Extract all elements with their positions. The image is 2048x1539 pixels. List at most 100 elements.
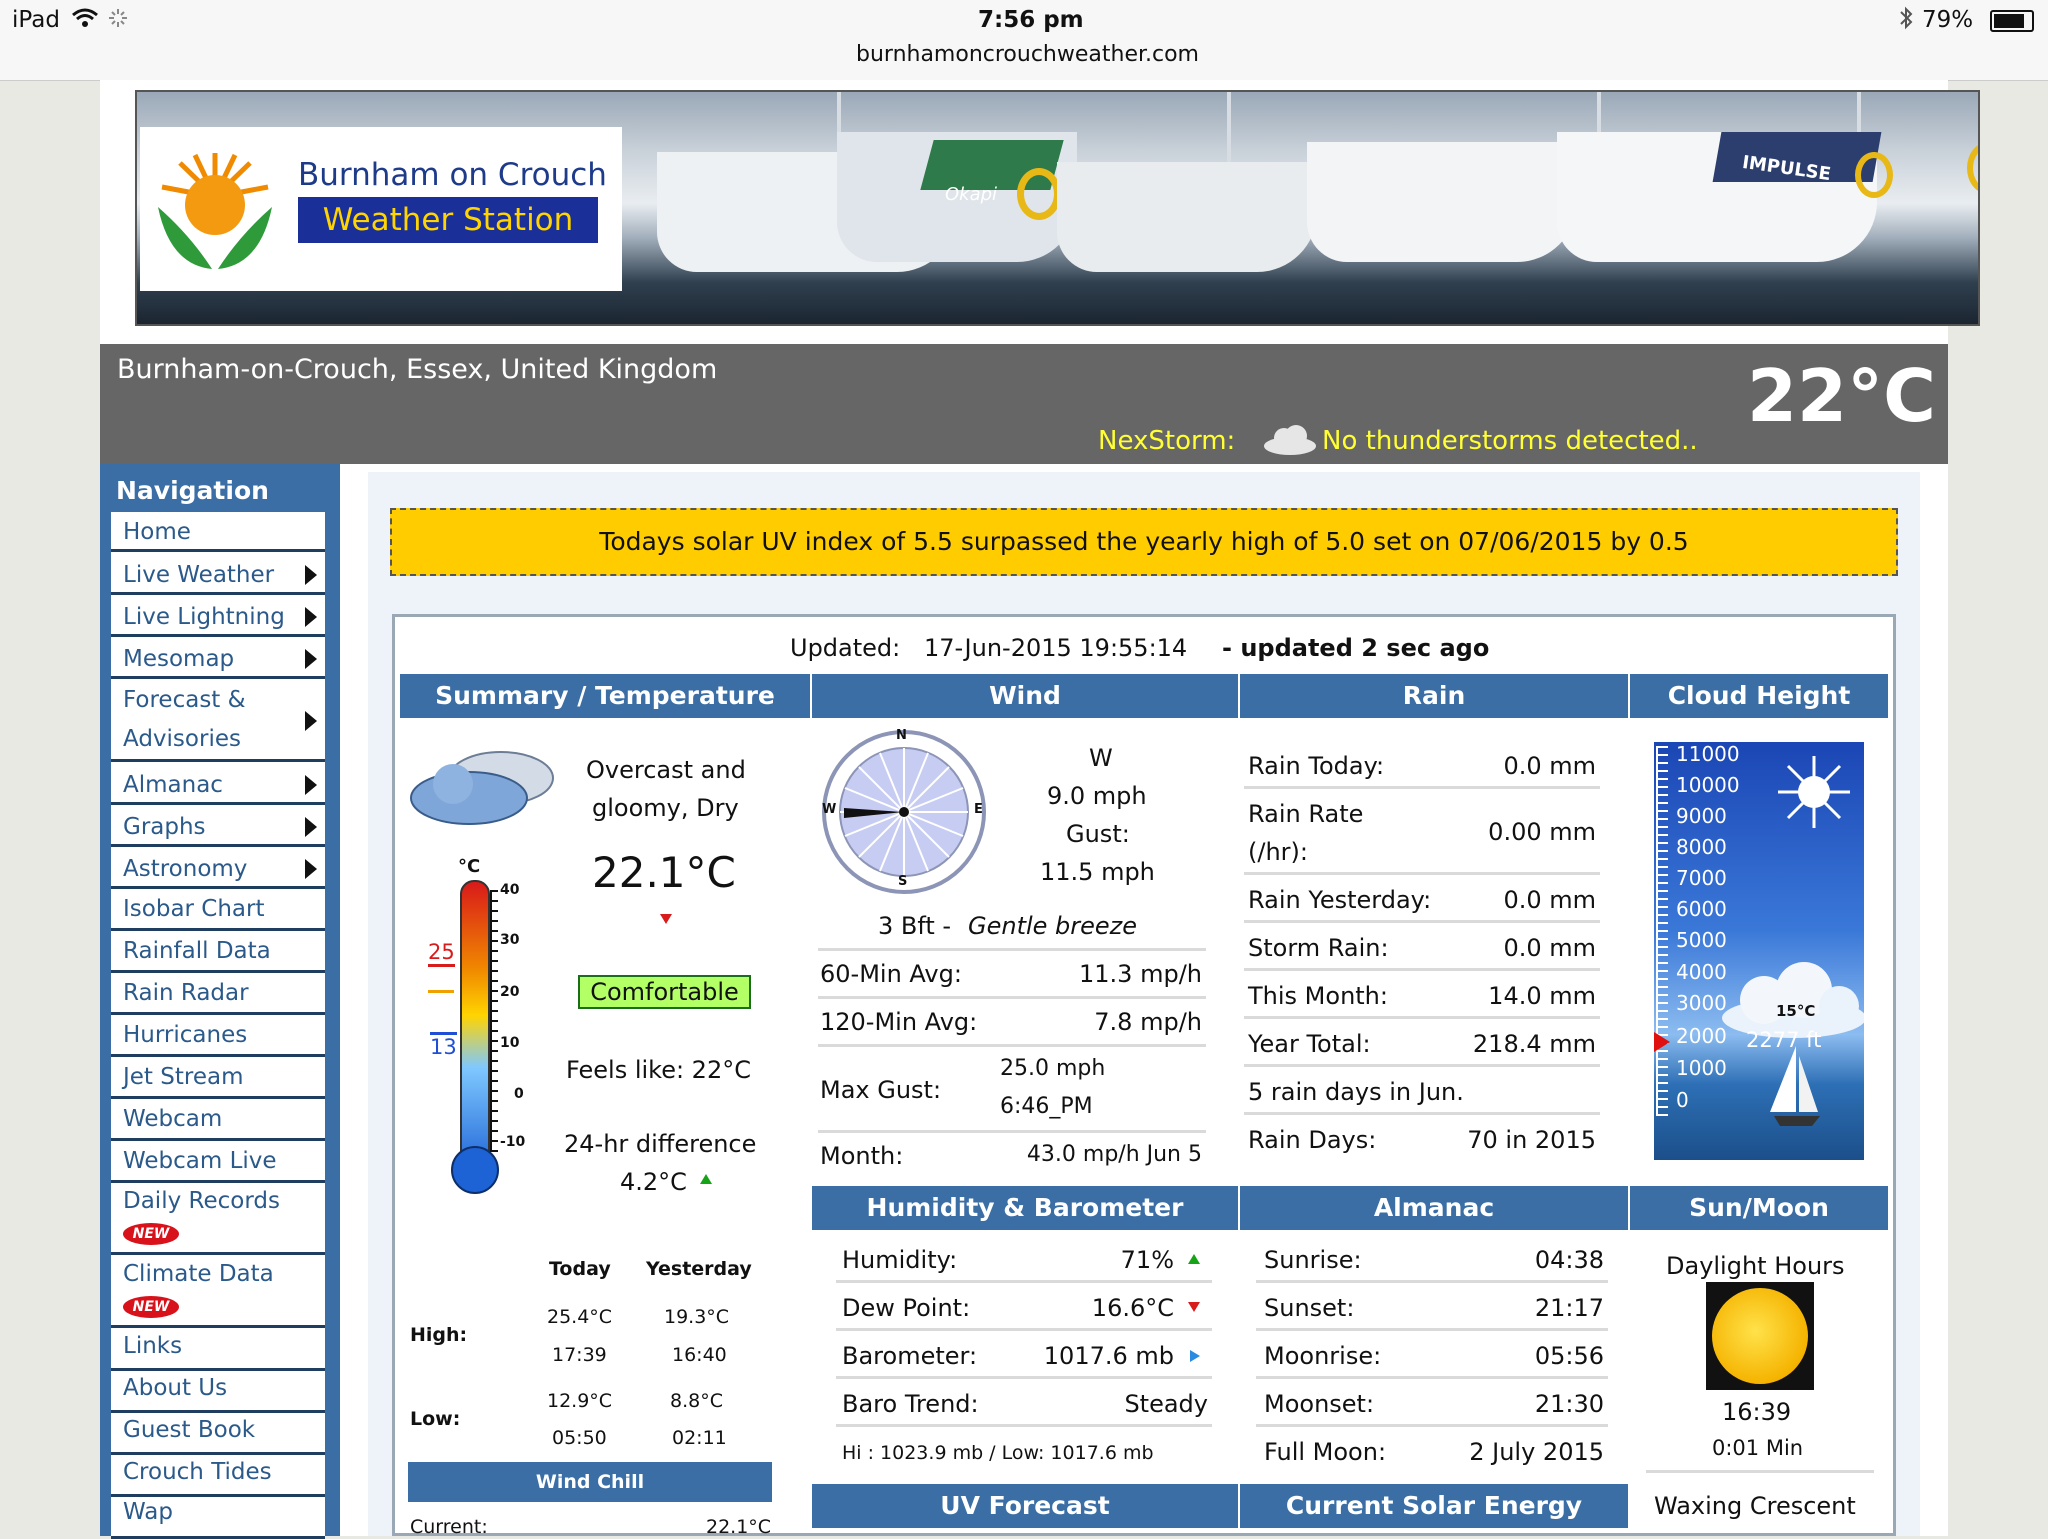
24hr-difference-label: 24-hr difference bbox=[564, 1130, 757, 1158]
avg60-value: 11.3 mp/h bbox=[1079, 960, 1202, 988]
nav-item-webcam-live[interactable]: Webcam Live bbox=[111, 1143, 325, 1183]
nav-item-jet-stream[interactable]: Jet Stream bbox=[111, 1059, 325, 1099]
avg60-label: 60-Min Avg: bbox=[820, 960, 962, 988]
altitude-tick: 5000 bbox=[1676, 928, 1727, 952]
altitude-tick: 1000 bbox=[1676, 1056, 1727, 1080]
col-yesterday: Yesterday bbox=[646, 1258, 752, 1280]
humidity-barometer-header: Humidity & Barometer bbox=[812, 1186, 1238, 1230]
high-yesterday: 19.3°C bbox=[664, 1306, 730, 1328]
dew-falling-arrow-icon bbox=[1188, 1302, 1200, 1312]
cloud-base-height: 2277 ft bbox=[1746, 1028, 1822, 1052]
wind-chill-value: 22.1°C bbox=[706, 1516, 772, 1538]
sunset-label: Sunset: bbox=[1264, 1294, 1355, 1322]
compass-n: N bbox=[896, 728, 907, 743]
nav-item-guest-book[interactable]: Guest Book bbox=[111, 1415, 325, 1455]
nav-item-climate-data[interactable]: Climate Data NEW bbox=[111, 1258, 325, 1328]
cloud-icon bbox=[1264, 425, 1316, 455]
nav-item-webcam[interactable]: Webcam bbox=[111, 1101, 325, 1141]
uv-record-alert: Todays solar UV index of 5.5 surpassed t… bbox=[390, 508, 1898, 576]
sun-image bbox=[1706, 1282, 1814, 1390]
summary-temperature-header: Summary / Temperature bbox=[400, 674, 810, 718]
moonset-label: Moonset: bbox=[1264, 1390, 1375, 1418]
therm-tick: 20 bbox=[500, 984, 520, 1000]
baro-hi-low: Hi : 1023.9 mb / Low: 1017.6 mb bbox=[842, 1442, 1154, 1464]
temp-falling-arrow-icon bbox=[660, 914, 672, 924]
device-label: iPad bbox=[12, 7, 60, 33]
month-gust-value: 43.0 mp/h Jun 5 bbox=[1026, 1142, 1202, 1167]
address-bar-url[interactable]: burnhamoncrouchweather.com bbox=[856, 42, 1199, 67]
nav-item-links[interactable]: Links bbox=[111, 1331, 325, 1371]
low-today-time: 05:50 bbox=[552, 1427, 607, 1449]
baro-trend-label: Baro Trend: bbox=[842, 1390, 979, 1418]
logo-title: Burnham on Crouch bbox=[298, 157, 607, 193]
nav-item-isobar-chart[interactable]: Isobar Chart bbox=[111, 891, 325, 931]
nav-item-hurricanes[interactable]: Hurricanes bbox=[111, 1017, 325, 1057]
cloud-base-temperature: 15°C bbox=[1776, 1002, 1816, 1020]
altitude-scale bbox=[1656, 746, 1668, 1116]
nav-item-live-lightning[interactable]: Live Lightning bbox=[111, 597, 325, 637]
thermometer-bulb bbox=[451, 1146, 499, 1194]
nav-item-almanac[interactable]: Almanac bbox=[111, 765, 325, 805]
nav-item-rainfall-data[interactable]: Rainfall Data bbox=[111, 933, 325, 973]
maxgust-label: Max Gust: bbox=[820, 1076, 942, 1104]
feels-like: Feels like: 22°C bbox=[566, 1056, 751, 1084]
rain-today-value: 0.0 mm bbox=[1503, 752, 1596, 780]
thermometer-unit: °C bbox=[458, 856, 481, 877]
altitude-tick: 9000 bbox=[1676, 804, 1727, 828]
therm-tick: 10 bbox=[500, 1035, 520, 1051]
location-bar: Burnham-on-Crouch, Essex, United Kingdom… bbox=[100, 344, 1948, 464]
compass-s: S bbox=[898, 874, 908, 889]
sun-moon-header: Sun/Moon bbox=[1630, 1186, 1888, 1230]
almanac-header: Almanac bbox=[1240, 1186, 1628, 1230]
nav-item-rain-radar[interactable]: Rain Radar bbox=[111, 975, 325, 1015]
therm-tick: 40 bbox=[500, 882, 520, 898]
nav-item-mesomap[interactable]: Mesomap bbox=[111, 639, 325, 679]
moonrise-value: 05:56 bbox=[1534, 1342, 1604, 1370]
uv-forecast-header: UV Forecast bbox=[812, 1484, 1238, 1528]
storm-rain-label: Storm Rain: bbox=[1248, 934, 1389, 962]
nav-item-daily-records[interactable]: Daily Records NEW bbox=[111, 1185, 325, 1255]
nav-item-graphs[interactable]: Graphs bbox=[111, 807, 325, 847]
nav-item-forecast-advisories[interactable]: Forecast & Advisories bbox=[111, 681, 325, 762]
submenu-arrow-icon bbox=[305, 859, 317, 879]
avg120-label: 120-Min Avg: bbox=[820, 1008, 978, 1036]
month-rain-label: This Month: bbox=[1248, 982, 1388, 1010]
solar-energy-header: Current Solar Energy bbox=[1240, 1484, 1628, 1528]
nav-item-crouch-tides[interactable]: Crouch Tides bbox=[111, 1457, 325, 1497]
nav-item-astronomy[interactable]: Astronomy bbox=[111, 849, 325, 889]
wind-chill-label: Current: bbox=[410, 1516, 488, 1538]
nav-item-about-us[interactable]: About Us bbox=[111, 1373, 325, 1413]
current-temperature: 22°C bbox=[1746, 354, 1936, 438]
nav-item-live-weather[interactable]: Live Weather bbox=[111, 555, 325, 595]
wind-gust-label: Gust: bbox=[1066, 820, 1130, 848]
sun-leaf-logo-icon bbox=[158, 153, 272, 269]
year-rain-value: 218.4 mm bbox=[1472, 1030, 1596, 1058]
low-today: 12.9°C bbox=[547, 1390, 613, 1412]
temp-rising-arrow-icon bbox=[700, 1174, 712, 1184]
humidity-value: 71% bbox=[1120, 1246, 1174, 1274]
altitude-tick: 4000 bbox=[1676, 960, 1727, 984]
station-logo[interactable]: Burnham on Crouch Weather Station bbox=[140, 127, 622, 291]
new-badge: NEW bbox=[123, 1296, 179, 1318]
col-today: Today bbox=[549, 1258, 611, 1280]
nav-item-home[interactable]: Home bbox=[111, 512, 325, 552]
lifebuoy-icon bbox=[1855, 152, 1893, 198]
nav-item-wap[interactable]: Wap bbox=[111, 1499, 325, 1539]
navigation-title: Navigation bbox=[116, 476, 269, 505]
altitude-tick: 3000 bbox=[1676, 991, 1727, 1015]
rain-rate-label: Rain Rate bbox=[1248, 800, 1364, 828]
nexstorm-status: No thunderstorms detected.. bbox=[1322, 426, 1698, 456]
wind-chill-header: Wind Chill bbox=[408, 1462, 772, 1502]
storm-rain-value: 0.0 mm bbox=[1503, 934, 1596, 962]
therm-tick: 30 bbox=[500, 932, 520, 948]
sunrise-label: Sunrise: bbox=[1264, 1246, 1362, 1274]
altitude-tick: 11000 bbox=[1676, 742, 1740, 766]
rain-rate-label-unit: (/hr): bbox=[1248, 838, 1308, 866]
altitude-tick: 6000 bbox=[1676, 897, 1727, 921]
therm-high-marker: 25 bbox=[428, 940, 455, 967]
condition-line2: gloomy, Dry bbox=[592, 794, 739, 822]
submenu-arrow-icon bbox=[305, 649, 317, 669]
low-label: Low: bbox=[410, 1408, 461, 1430]
beaufort-description: Gentle breeze bbox=[968, 912, 1138, 940]
high-label: High: bbox=[410, 1324, 468, 1346]
